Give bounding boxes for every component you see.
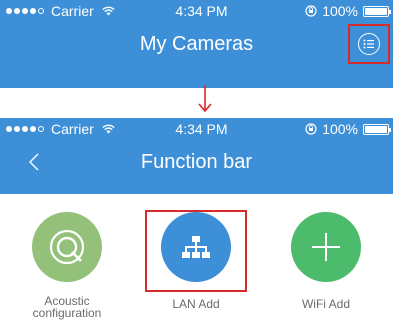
lan-add-highlight — [145, 210, 247, 292]
nav-bar: My Cameras — [0, 24, 393, 68]
down-arrow-icon — [198, 85, 212, 113]
plus-icon — [291, 212, 361, 282]
menu-button[interactable] — [348, 24, 390, 64]
lan-add-label: LAN Add — [172, 297, 220, 311]
status-right: 100% — [305, 3, 391, 19]
battery-icon — [363, 123, 391, 135]
acoustic-configuration-label: Acoustic configuration — [32, 294, 102, 320]
rotation-lock-icon — [305, 5, 317, 17]
nav-bar: Function bar — [0, 142, 393, 186]
battery-percent: 100% — [322, 121, 358, 137]
battery-percent: 100% — [322, 3, 358, 19]
battery-icon — [363, 5, 391, 17]
my-cameras-screen: Carrier 4:34 PM 100% My Cameras — [0, 0, 393, 88]
wifi-add-button[interactable]: WiFi Add — [271, 212, 381, 310]
status-bar: Carrier 4:34 PM 100% — [0, 0, 393, 24]
acoustic-configuration-button[interactable]: Acoustic configuration — [12, 212, 122, 319]
status-right: 100% — [305, 121, 391, 137]
function-bar-screen: Carrier 4:34 PM 100% Function bar — [0, 118, 393, 194]
page-title: My Cameras — [139, 33, 254, 55]
wifi-add-label: WiFi Add — [301, 297, 350, 311]
list-menu-icon — [358, 33, 380, 55]
status-bar: Carrier 4:34 PM 100% — [0, 118, 393, 142]
rotation-lock-icon — [305, 123, 317, 135]
acoustic-icon — [32, 212, 102, 282]
page-title: Function bar — [140, 151, 253, 173]
